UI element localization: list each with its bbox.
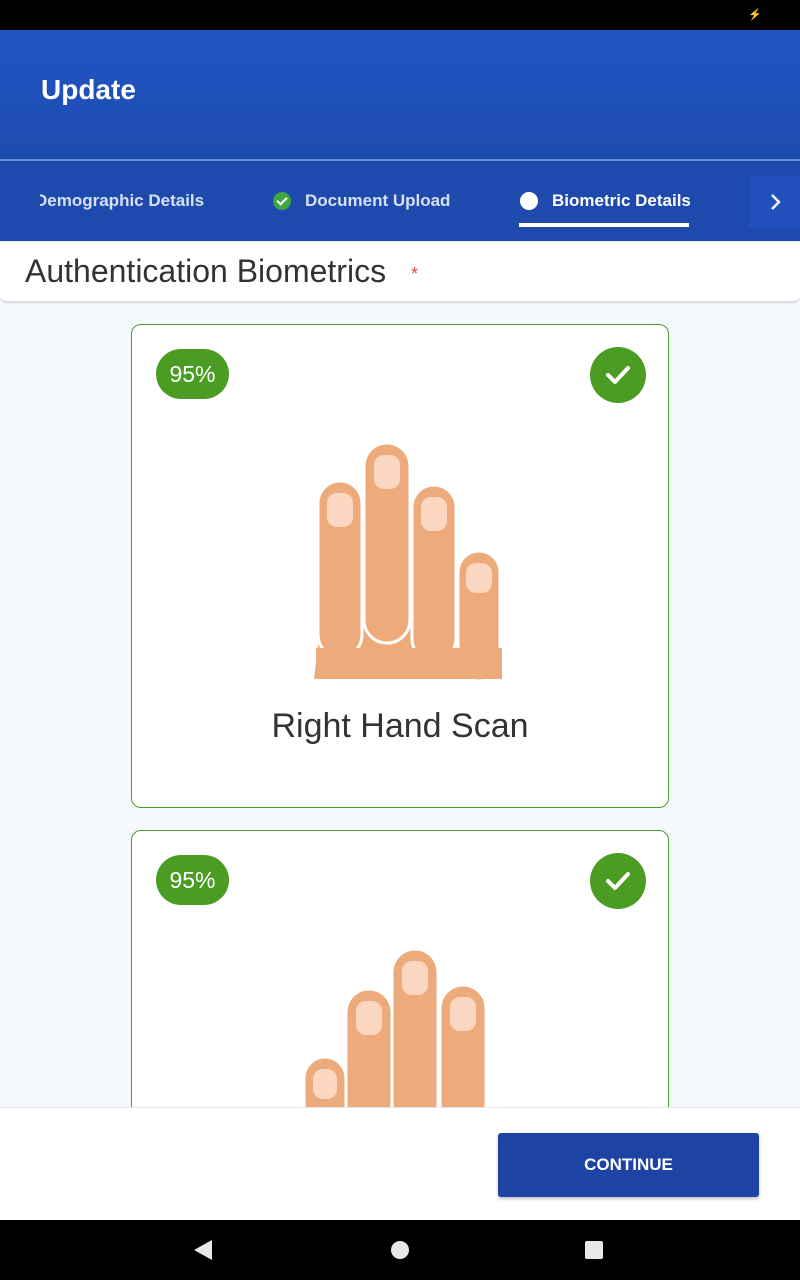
- right-hand-icon: [314, 443, 502, 683]
- left-hand-icon: [304, 949, 488, 1107]
- dot-icon: [520, 192, 538, 210]
- recents-icon[interactable]: [585, 1241, 603, 1259]
- chevron-right-icon: [770, 194, 781, 210]
- bottom-action-bar: CONTINUE: [0, 1107, 800, 1220]
- section-title: Authentication Biometrics: [25, 253, 387, 289]
- tab-label: Document Upload: [305, 191, 451, 210]
- tab-demographic-details[interactable]: Demographic Details: [40, 161, 210, 241]
- quality-score-badge: 95%: [156, 855, 229, 905]
- quality-score-badge: 95%: [156, 349, 229, 399]
- section-header: Authentication Biometrics *: [0, 242, 800, 302]
- back-icon[interactable]: [194, 1240, 212, 1260]
- stepper-tabs: Demographic Details Document Upload Biom…: [0, 161, 800, 241]
- system-nav-bar: [0, 1220, 800, 1280]
- tab-label: Biometric Details: [552, 191, 691, 210]
- tabs-next-button[interactable]: [749, 176, 800, 228]
- tab-document-upload[interactable]: Document Upload: [273, 161, 450, 241]
- card-label: Right Hand Scan: [271, 707, 529, 745]
- check-icon: [590, 853, 646, 909]
- check-icon: [590, 347, 646, 403]
- home-icon[interactable]: [391, 1241, 409, 1259]
- status-bar: ⚡: [0, 0, 800, 30]
- tab-label: Demographic Details: [40, 191, 205, 210]
- tab-biometric-details[interactable]: Biometric Details: [520, 161, 691, 241]
- biometric-card-right-hand[interactable]: 95% Right Hand Scan: [131, 324, 669, 808]
- page-title: Update: [41, 74, 136, 105]
- required-marker: *: [411, 264, 419, 284]
- battery-charging-icon: ⚡: [748, 9, 762, 21]
- biometrics-list[interactable]: 95% Right Hand Scan 95%: [0, 303, 800, 1107]
- check-circle-icon: [273, 192, 291, 210]
- biometric-card-left-hand[interactable]: 95%: [131, 830, 669, 1107]
- active-tab-indicator: [519, 223, 689, 227]
- continue-button[interactable]: CONTINUE: [498, 1133, 759, 1197]
- app-header: Update: [0, 30, 800, 160]
